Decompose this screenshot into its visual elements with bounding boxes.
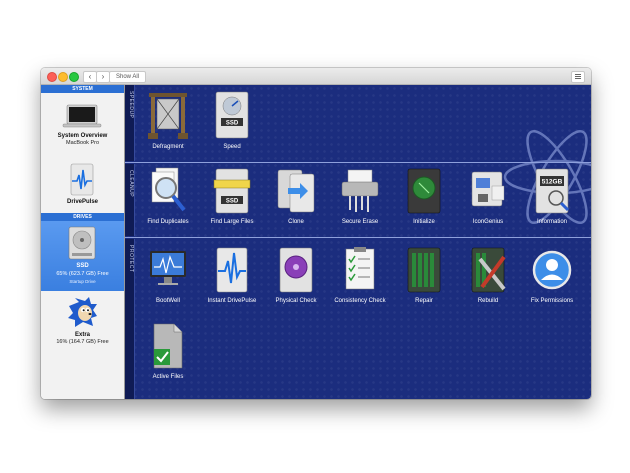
drivepulse-icon <box>216 247 248 293</box>
forward-button[interactable]: › <box>96 71 110 83</box>
tile-secure-erase[interactable]: Secure Erase <box>326 166 394 225</box>
tile-label: Speed <box>223 144 241 150</box>
tile-label: Instant DrivePulse <box>207 298 257 304</box>
tile-label: Defragment <box>152 144 184 150</box>
section-divider <box>125 162 591 163</box>
tile-label: Find Large Files <box>210 219 254 225</box>
tile-label: Active Files <box>152 374 184 380</box>
tile-label: Fix Permissions <box>530 298 574 304</box>
tile-defragment[interactable]: Defragment <box>134 89 202 150</box>
sidebar-item-drivepulse[interactable]: DrivePulse <box>41 159 124 214</box>
system-header: SYSTEM <box>41 85 124 93</box>
sidebar-item-system-overview[interactable]: System Overview MacBook Pro <box>41 93 124 159</box>
drives-header: DRIVES <box>41 213 124 221</box>
close-button[interactable] <box>47 72 57 82</box>
tile-icongenius[interactable]: IconGenius <box>454 166 522 225</box>
tile-label: Rebuild <box>477 298 499 304</box>
tile-label: Find Duplicates <box>147 219 189 225</box>
system-overview-label: System Overview <box>57 133 108 139</box>
magnifier-documents-icon <box>151 167 186 212</box>
physical-check-icon <box>279 247 313 293</box>
rebuild-icon <box>471 247 506 293</box>
sidebar-item-ssd[interactable]: SSD 65% (623.7 GB) Free Startup Drive <box>41 221 124 291</box>
extra-label: Extra <box>74 332 90 338</box>
extra-free-space: 16% (164.7 GB) Free <box>56 339 109 345</box>
repair-icon <box>407 247 441 293</box>
tile-physical-check[interactable]: Physical Check <box>262 245 330 304</box>
checklist-icon <box>345 247 375 290</box>
tile-instant-drivepulse[interactable]: Instant DrivePulse <box>198 245 266 304</box>
ssd-icon-text: SSD <box>226 199 239 205</box>
measure-drive-icon: SSD <box>213 168 251 214</box>
user-permissions-icon <box>532 250 572 290</box>
sidebar-item-extra[interactable]: Extra 16% (164.7 GB) Free <box>41 291 124 355</box>
tile-active-files[interactable]: Active Files <box>134 321 202 380</box>
section-divider <box>125 237 591 238</box>
defragment-icon <box>148 93 188 139</box>
ssd-icon-text: SSD <box>226 121 239 127</box>
initialize-icon <box>407 168 441 214</box>
active-files-icon <box>153 323 183 369</box>
hard-drive-icon <box>68 226 96 260</box>
ssd-startup-badge: Startup Drive <box>69 279 96 284</box>
tile-label: Initialize <box>413 219 435 225</box>
information-icon: 512GB <box>535 168 570 214</box>
bootwell-icon <box>150 251 186 285</box>
system-overview-sub: MacBook Pro <box>65 140 99 146</box>
tile-label: IconGenius <box>472 219 504 225</box>
sonic-drive-icon <box>68 297 97 327</box>
tile-fix-permissions[interactable]: Fix Permissions <box>518 245 586 304</box>
tile-bootwell[interactable]: BootWell <box>134 245 202 304</box>
app-window: ‹ › Show All SYSTEM System Overview MacB… <box>41 68 591 399</box>
clone-icon <box>277 169 315 213</box>
icongenius-icon <box>471 171 505 207</box>
show-all-button[interactable]: Show All <box>109 71 147 83</box>
list-view-button[interactable] <box>571 71 585 83</box>
tile-label: BootWell <box>156 298 180 304</box>
tile-consistency-check[interactable]: Consistency Check <box>326 245 394 304</box>
protect-section-label: PROTECT <box>128 245 134 273</box>
macbook-icon <box>62 104 102 128</box>
ssd-free-space: 65% (623.7 GB) Free <box>56 271 109 277</box>
drivepulse-label: DrivePulse <box>66 199 99 205</box>
tile-label: Information <box>536 219 567 225</box>
main-panel: SPEEDUP CLEANUP PROTECT Defragment SSD S… <box>125 85 591 399</box>
tile-label: Repair <box>415 298 433 304</box>
tile-information[interactable]: 512GB Information <box>518 166 586 225</box>
sidebar: SYSTEM System Overview MacBook Pro Drive… <box>41 85 125 399</box>
tile-repair[interactable]: Repair <box>390 245 458 304</box>
tile-find-large-files[interactable]: SSD Find Large Files <box>198 166 266 225</box>
back-button[interactable]: ‹ <box>83 71 97 83</box>
tile-rebuild[interactable]: Rebuild <box>454 245 522 304</box>
size-icon-text: 512GB <box>542 179 563 186</box>
speed-icon: SSD <box>215 91 249 139</box>
cleanup-section-label: CLEANUP <box>128 170 134 198</box>
tile-label: Physical Check <box>275 298 317 304</box>
tile-speed[interactable]: SSD Speed <box>198 89 266 150</box>
tile-clone[interactable]: Clone <box>262 166 330 225</box>
title-bar: ‹ › Show All <box>41 68 591 85</box>
tile-label: Secure Erase <box>341 219 379 225</box>
shredder-icon <box>341 169 379 212</box>
drivepulse-icon <box>70 163 94 196</box>
zoom-button[interactable] <box>69 72 79 82</box>
tile-label: Clone <box>288 219 304 225</box>
tile-initialize[interactable]: Initialize <box>390 166 458 225</box>
speedup-section-label: SPEEDUP <box>128 91 134 119</box>
tile-find-duplicates[interactable]: Find Duplicates <box>134 166 202 225</box>
ssd-label: SSD <box>76 263 89 269</box>
minimize-button[interactable] <box>58 72 68 82</box>
tile-label: Consistency Check <box>334 298 386 304</box>
